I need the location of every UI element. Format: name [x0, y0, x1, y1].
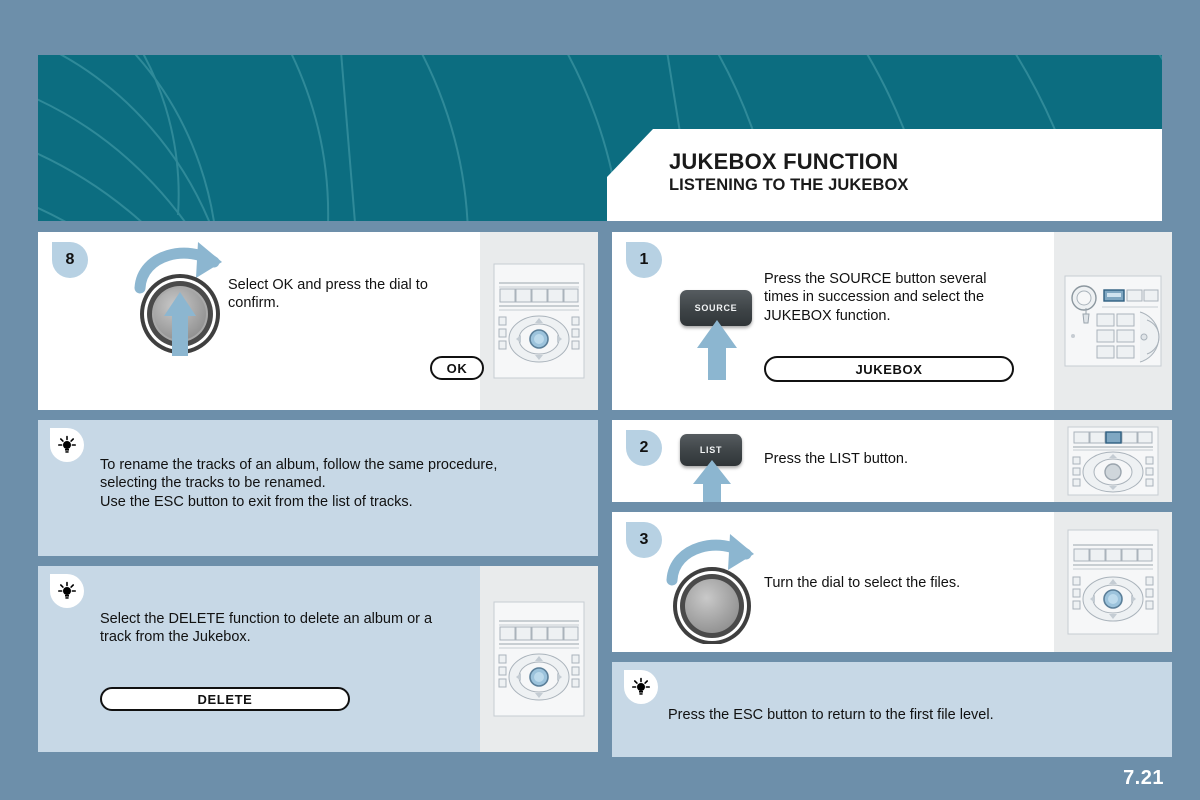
panel-tip-esc: Press the ESC button to return to the fi… [612, 662, 1172, 757]
delete-pill-button[interactable]: DELETE [100, 687, 350, 711]
right-column: 1 SOURCE Press the SOURCE button several… [612, 232, 1172, 767]
page-subtitle: LISTENING TO THE JUKEBOX [669, 176, 909, 194]
thumbnail-strip [1054, 232, 1172, 410]
tip-bulb-icon [50, 428, 84, 462]
page-number: 7.21 [1123, 767, 1164, 789]
panel-tip-rename: To rename the tracks of an album, follow… [38, 420, 598, 556]
page-title: JUKEBOX FUNCTION [669, 149, 899, 174]
panel-step-1: 1 SOURCE Press the SOURCE button several… [612, 232, 1172, 410]
steering-wheel-controls-thumbnail-icon [493, 601, 585, 717]
steering-wheel-controls-thumbnail-icon [1067, 529, 1159, 635]
press-arrow-icon [690, 458, 734, 502]
step-badge: 8 [52, 242, 88, 278]
tip-text: To rename the tracks of an album, follow… [100, 457, 498, 510]
left-column: 8 Select OK and press the dial to confir… [38, 232, 598, 762]
step-instruction-text: Select OK and press the dial to confirm. [228, 277, 428, 312]
rotary-dial-turn-graphic [658, 524, 774, 649]
tip-bulb-icon [624, 670, 658, 704]
steering-wheel-controls-thumbnail-icon [493, 263, 585, 379]
press-arrow-icon [694, 318, 740, 387]
thumbnail-strip [480, 232, 598, 410]
panel-step-8: 8 Select OK and press the dial to confir… [38, 232, 598, 410]
step-badge: 2 [626, 430, 662, 466]
radio-faceplate-thumbnail-icon [1064, 275, 1162, 367]
step-instruction-text: Turn the dial to select the files. [764, 575, 961, 591]
panel-step-2: 2 LIST Press the LIST button. [612, 420, 1172, 502]
tip-text: Select the DELETE function to delete an … [100, 611, 433, 646]
step-instruction-text: Press the SOURCE button several times in… [764, 271, 987, 324]
tip-bulb-icon [50, 574, 84, 608]
panel-tip-delete: Select the DELETE function to delete an … [38, 566, 598, 752]
page-header: JUKEBOX FUNCTION LISTENING TO THE JUKEBO… [38, 55, 1162, 221]
steering-wheel-controls-thumbnail-icon [1067, 426, 1159, 496]
panel-step-3: 3 Turn the dial to select the files. [612, 512, 1172, 652]
step-badge: 1 [626, 242, 662, 278]
step-badge: 3 [626, 522, 662, 558]
jukebox-pill-button[interactable]: JUKEBOX [764, 356, 1014, 382]
thumbnail-strip [1054, 420, 1172, 502]
rotary-dial-turn-and-press-graphic [126, 232, 242, 367]
step-instruction-text: Press the LIST button. [764, 451, 909, 467]
thumbnail-strip [480, 566, 598, 752]
ok-pill-button[interactable]: OK [430, 356, 484, 380]
thumbnail-strip [1054, 512, 1172, 652]
header-title-banner: JUKEBOX FUNCTION LISTENING TO THE JUKEBO… [607, 129, 1162, 221]
tip-text: Press the ESC button to return to the fi… [668, 707, 994, 723]
